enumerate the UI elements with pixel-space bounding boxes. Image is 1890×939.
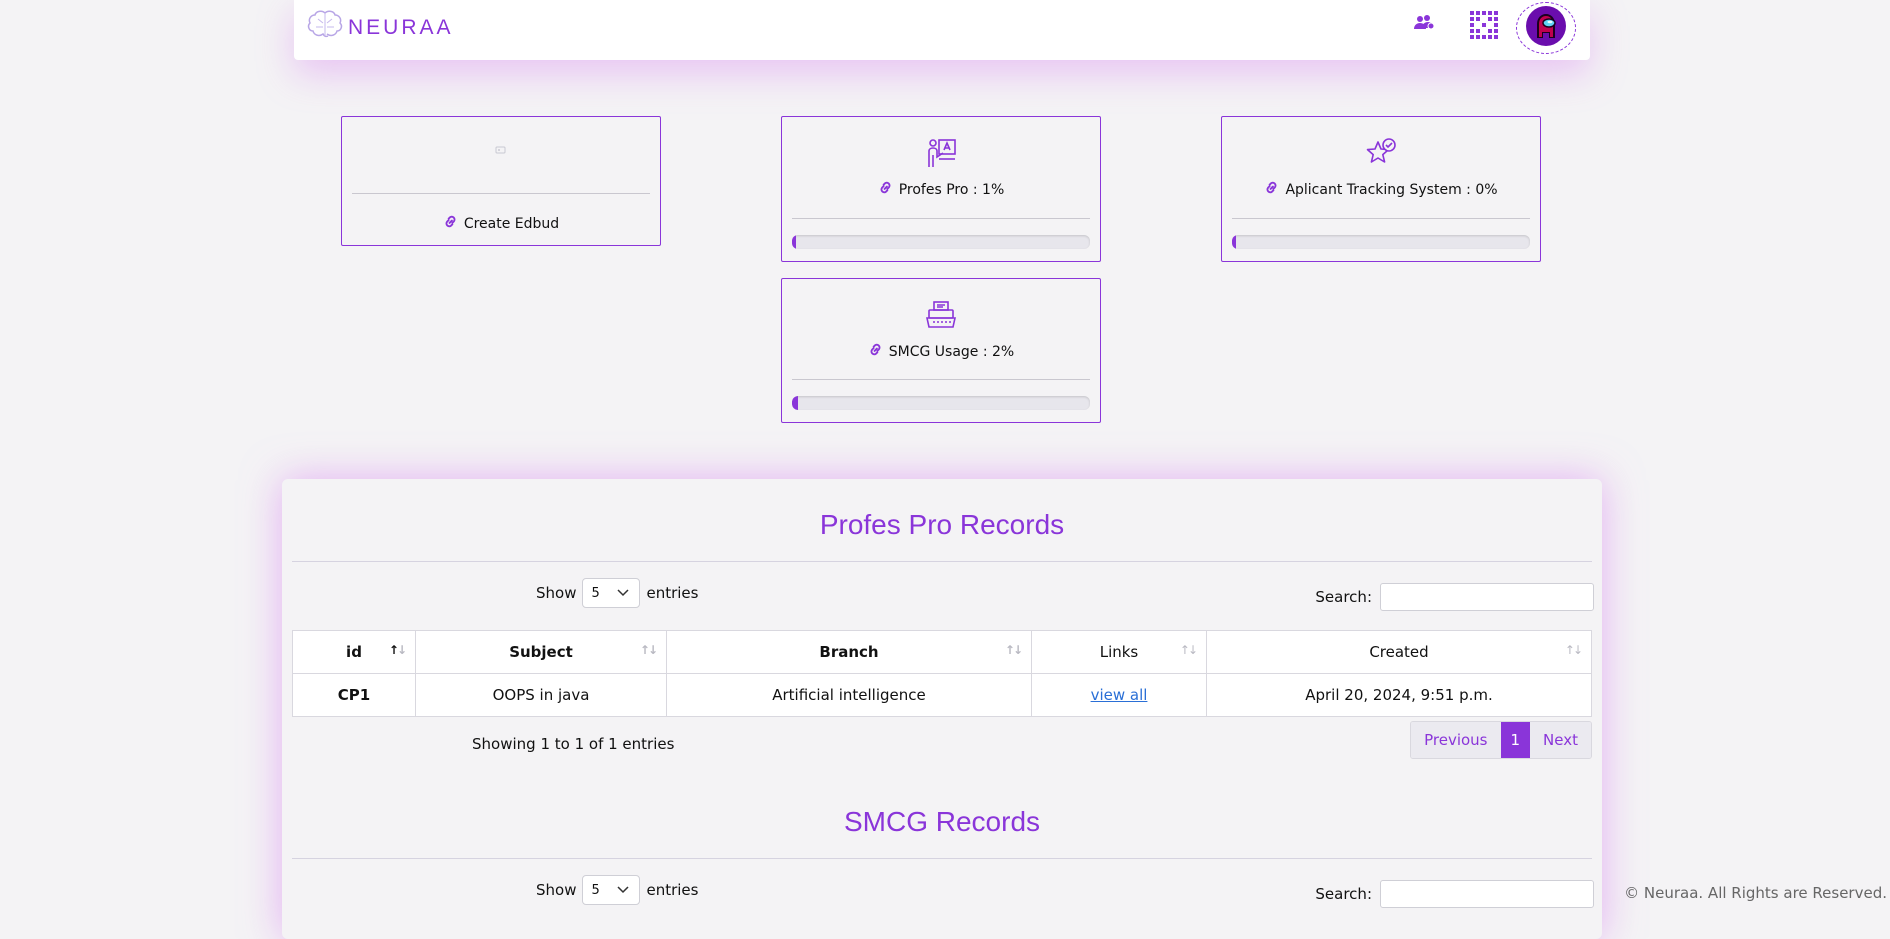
cell-branch: Artificial intelligence: [666, 673, 1032, 717]
card-applicant-tracking[interactable]: Aplicant Tracking System : 0%: [1221, 116, 1541, 262]
cell-subject: OOPS in java: [415, 673, 667, 717]
page-size-select[interactable]: 5: [582, 578, 641, 608]
card-title[interactable]: Aplicant Tracking System : 0%: [1285, 182, 1497, 198]
sort-icon: ↑↓: [1179, 643, 1198, 657]
chevron-down-icon: [617, 586, 630, 601]
view-all-link[interactable]: view all: [1091, 686, 1148, 704]
smcg-records-title: SMCG Records: [843, 806, 1041, 837]
column-header-subject[interactable]: Subject ↑↓: [415, 630, 667, 674]
star-check-icon: [1222, 137, 1540, 169]
brain-icon: [306, 9, 344, 47]
next-button[interactable]: Next: [1530, 722, 1591, 758]
sort-icon: ↑↓: [1564, 643, 1583, 657]
profes-records-title: Profes Pro Records: [819, 509, 1065, 540]
link-icon: [878, 180, 893, 199]
records-panel: Profes Pro Records Show 5 entries Search…: [282, 479, 1602, 939]
card-profes-pro[interactable]: Profes Pro : 1%: [781, 116, 1101, 262]
placeholder-icon: [342, 145, 660, 155]
users-icon[interactable]: [1413, 14, 1435, 36]
progress-fill: [792, 235, 796, 249]
sort-icon: ↑↓: [388, 643, 407, 657]
column-header-branch[interactable]: Branch ↑↓: [666, 630, 1032, 674]
table-info: Showing 1 to 1 of 1 entries: [472, 735, 675, 753]
page-1-button[interactable]: 1: [1500, 722, 1531, 758]
sort-icon: ↑↓: [1004, 643, 1023, 657]
cell-links: view all: [1031, 673, 1207, 717]
cell-id: CP1: [292, 673, 416, 717]
progress-fill: [792, 396, 798, 410]
column-header-links[interactable]: Links ↑↓: [1031, 630, 1207, 674]
brand-name: NEURAA: [348, 16, 454, 39]
teacher-board-icon: [782, 137, 1100, 169]
link-icon: [1264, 180, 1279, 199]
pagination: Previous 1 Next: [1410, 721, 1592, 759]
previous-button[interactable]: Previous: [1411, 722, 1501, 758]
typewriter-icon: [782, 299, 1100, 331]
apps-grid-icon[interactable]: [1469, 10, 1501, 46]
card-create-edbud[interactable]: Create Edbud: [341, 116, 661, 246]
table-row: CP1 OOPS in java Artificial intelligence…: [292, 673, 1592, 717]
link-icon: [868, 342, 883, 361]
card-title[interactable]: Profes Pro : 1%: [899, 182, 1005, 198]
progress-bar: [792, 235, 1090, 249]
sort-icon: ↑↓: [639, 643, 658, 657]
column-header-created[interactable]: Created ↑↓: [1206, 630, 1592, 674]
page-size-select[interactable]: 5: [582, 875, 641, 905]
card-smcg-usage[interactable]: SMCG Usage : 2%: [781, 278, 1101, 423]
card-title[interactable]: Create Edbud: [464, 216, 559, 232]
card-title[interactable]: SMCG Usage : 2%: [889, 344, 1015, 360]
search-input[interactable]: [1380, 880, 1594, 908]
smcg-search: Search:: [1315, 880, 1594, 908]
top-navbar: NEURAA: [294, 0, 1590, 60]
link-icon: [443, 214, 458, 233]
progress-bar: [792, 396, 1090, 410]
cell-created: April 20, 2024, 9:51 p.m.: [1206, 673, 1592, 717]
progress-bar: [1232, 235, 1530, 249]
smcg-page-size: Show 5 entries: [536, 875, 698, 905]
column-header-id[interactable]: id ↑↓: [292, 630, 416, 674]
chevron-down-icon: [617, 883, 630, 898]
user-avatar[interactable]: [1516, 2, 1576, 54]
profes-page-size: Show 5 entries: [536, 578, 698, 608]
profes-records-table: id ↑↓ Subject ↑↓ Branch ↑↓ Links ↑↓ Crea…: [292, 630, 1592, 717]
search-input[interactable]: [1380, 583, 1594, 611]
progress-fill: [1232, 235, 1236, 249]
profes-search: Search:: [1315, 583, 1594, 611]
crewmate-avatar-icon: [1525, 5, 1567, 51]
footer-copyright: © Neuraa. All Rights are Reserved.: [1624, 884, 1887, 902]
brand[interactable]: NEURAA: [306, 9, 454, 47]
